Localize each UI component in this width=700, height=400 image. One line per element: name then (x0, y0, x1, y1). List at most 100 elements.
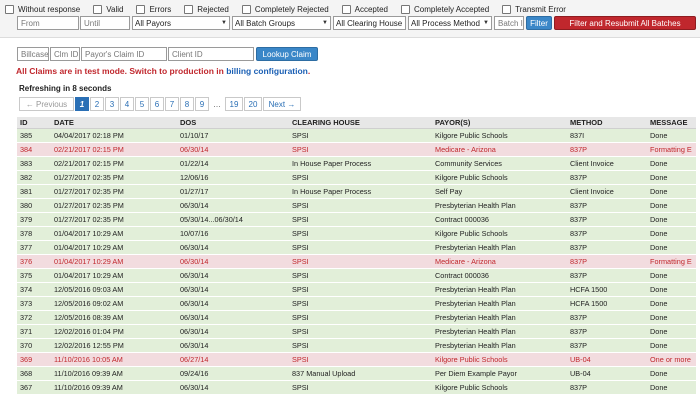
column-header-id[interactable]: ID (17, 117, 51, 129)
checkbox-completely-accepted[interactable]: Completely Accepted (394, 2, 489, 16)
cell-dos: 10/07/16 (177, 226, 289, 241)
next-page-button[interactable]: Next → (263, 97, 301, 111)
checkbox-accepted[interactable]: Accepted (335, 2, 388, 16)
page-button[interactable]: 2 (90, 97, 104, 111)
column-header-clearing-house[interactable]: CLEARING HOUSE (289, 117, 432, 129)
checkbox-errors[interactable]: Errors (129, 2, 171, 16)
cell-id: 380 (17, 198, 51, 213)
table-row[interactable]: 373 12/05/2016 09:02 AM 06/30/14 SPSI Presby… (17, 296, 700, 311)
cell-method: 837P (567, 310, 647, 325)
cell-payor: Per Diem Example Payor (432, 366, 567, 381)
cell-method: Client Invoice (567, 184, 647, 199)
cell-payor: Contract 000036 (432, 212, 567, 227)
cell-clearing-house: SPSI (289, 198, 432, 213)
column-header-method[interactable]: METHOD (567, 117, 647, 129)
cell-dos: 06/30/14 (177, 310, 289, 325)
checkbox-box[interactable] (341, 4, 351, 14)
table-row[interactable]: 368 11/10/2016 09:39 AM 09/24/16 837 Manual… (17, 366, 700, 381)
table-row[interactable]: 382 01/27/2017 02:35 PM 12/06/16 SPSI Kilgor… (17, 170, 700, 185)
page-button[interactable]: 3 (105, 97, 119, 111)
page-button[interactable]: 19 (225, 97, 243, 111)
checkbox-without-response[interactable]: Without response (0, 2, 80, 16)
page-button[interactable]: 1 (75, 97, 89, 111)
previous-page-button[interactable]: ← Previous (19, 97, 74, 111)
cell-dos: 06/30/14 (177, 254, 289, 269)
table-row[interactable]: 371 12/02/2016 01:04 PM 06/30/14 SPSI Presby… (17, 324, 700, 339)
table-row[interactable]: 380 01/27/2017 02:35 PM 06/30/14 SPSI Presby… (17, 198, 700, 213)
cell-dos: 06/27/14 (177, 352, 289, 367)
checkbox-box[interactable] (241, 4, 251, 14)
table-row[interactable]: 378 01/04/2017 10:29 AM 10/07/16 SPSI Kilgor… (17, 226, 700, 241)
page-button[interactable]: 5 (135, 97, 149, 111)
table-row[interactable]: 379 01/27/2017 02:35 PM 05/30/14...06/30/1… (17, 212, 700, 227)
until-date-input[interactable]: Until (80, 16, 130, 30)
cell-message: Done (647, 366, 700, 381)
page-button[interactable]: 9 (195, 97, 209, 111)
page-button[interactable]: 7 (165, 97, 179, 111)
table-row[interactable]: 375 01/04/2017 10:29 AM 06/30/14 SPSI Contra… (17, 268, 700, 283)
billing-configuration-link[interactable]: billing configuration (226, 66, 308, 76)
checkbox-box[interactable] (502, 4, 512, 14)
cell-clearing-house: SPSI (289, 268, 432, 283)
pagination-gap: … (210, 97, 224, 111)
cell-method: 837P (567, 240, 647, 255)
divider (0, 37, 700, 38)
checkbox-box[interactable] (136, 4, 146, 14)
from-date-input[interactable]: From (17, 16, 79, 30)
table-edge (696, 117, 700, 400)
cell-payor: Medicare - Arizona (432, 142, 567, 157)
table-row[interactable]: 376 01/04/2017 10:29 AM 06/30/14 SPSI Medica… (17, 254, 700, 269)
payors-select[interactable]: All Payors ▼ (132, 16, 230, 30)
lookup-claim-button[interactable]: Lookup Claim (256, 47, 318, 61)
table-row[interactable]: 367 11/10/2016 09:39 AM 06/30/14 SPSI Kilgor… (17, 380, 700, 395)
checkbox-box[interactable] (93, 4, 103, 14)
filter-button[interactable]: Filter (526, 16, 552, 30)
table-row[interactable]: 381 01/27/2017 02:35 PM 01/27/17 In House P… (17, 184, 700, 199)
cell-clearing-house: SPSI (289, 282, 432, 297)
table-row[interactable]: 377 01/04/2017 10:29 AM 06/30/14 SPSI Presby… (17, 240, 700, 255)
process-method-select[interactable]: All Process Method ▼ (408, 16, 492, 30)
batch-id-input[interactable]: Batch I (494, 16, 524, 30)
table-row[interactable]: 385 04/04/2017 02:18 PM 01/10/17 SPSI Kilgor… (17, 128, 700, 143)
column-header-date[interactable]: DATE (51, 117, 177, 129)
billcase-input[interactable]: Billcase (17, 47, 49, 61)
table-row[interactable]: 374 12/05/2016 09:03 AM 06/30/14 SPSI Presby… (17, 282, 700, 297)
cell-id: 385 (17, 128, 51, 143)
table-row[interactable]: 384 02/21/2017 02:15 PM 06/30/14 SPSI Medica… (17, 142, 700, 157)
filter-resubmit-button[interactable]: Filter and Resubmit All Batches (554, 16, 696, 30)
status-checkbox-row: Without response Valid Errors Rejected C… (0, 2, 572, 16)
table-row[interactable]: 383 02/21/2017 02:15 PM 01/22/14 In House P… (17, 156, 700, 171)
from-placeholder: From (21, 18, 40, 28)
checkbox-rejected[interactable]: Rejected (177, 2, 229, 16)
column-header-dos[interactable]: DOS (177, 117, 289, 129)
checkbox-box[interactable] (184, 4, 194, 14)
clm-id-input[interactable]: Clm ID (50, 47, 80, 61)
page-button[interactable]: 4 (120, 97, 134, 111)
cell-payor: Self Pay (432, 184, 567, 199)
cell-id: 368 (17, 366, 51, 381)
cell-dos: 09/24/16 (177, 366, 289, 381)
column-header-message[interactable]: MESSAGE (647, 117, 700, 129)
cell-dos: 12/06/16 (177, 170, 289, 185)
payor-claim-id-input[interactable]: Payor's Claim ID (81, 47, 167, 61)
clearing-house-select[interactable]: All Clearing House▼ (333, 16, 406, 30)
column-header-payors[interactable]: PAYOR(S) (432, 117, 567, 129)
process-method-value: All Process Method (411, 18, 480, 28)
checkbox-box[interactable] (5, 4, 14, 14)
page-button[interactable]: 8 (180, 97, 194, 111)
checkbox-transmit-error[interactable]: Transmit Error (495, 2, 566, 16)
table-row[interactable]: 370 12/02/2016 12:55 PM 06/30/14 SPSI Presby… (17, 338, 700, 353)
page-button[interactable]: 6 (150, 97, 164, 111)
cell-payor: Presbyterian Health Plan (432, 324, 567, 339)
batch-groups-select[interactable]: All Batch Groups ▼ (232, 16, 331, 30)
checkbox-valid[interactable]: Valid (86, 2, 123, 16)
page-button[interactable]: 20 (244, 97, 262, 111)
cell-dos: 06/30/14 (177, 198, 289, 213)
cell-clearing-house: SPSI (289, 352, 432, 367)
checkbox-completely-rejected[interactable]: Completely Rejected (235, 2, 329, 16)
cell-id: 377 (17, 240, 51, 255)
checkbox-box[interactable] (401, 4, 410, 14)
table-row[interactable]: 369 11/10/2016 10:05 AM 06/27/14 SPSI Kilgor… (17, 352, 700, 367)
table-row[interactable]: 372 12/05/2016 08:39 AM 06/30/14 SPSI Presby… (17, 310, 700, 325)
client-id-input[interactable]: Client ID (168, 47, 254, 61)
